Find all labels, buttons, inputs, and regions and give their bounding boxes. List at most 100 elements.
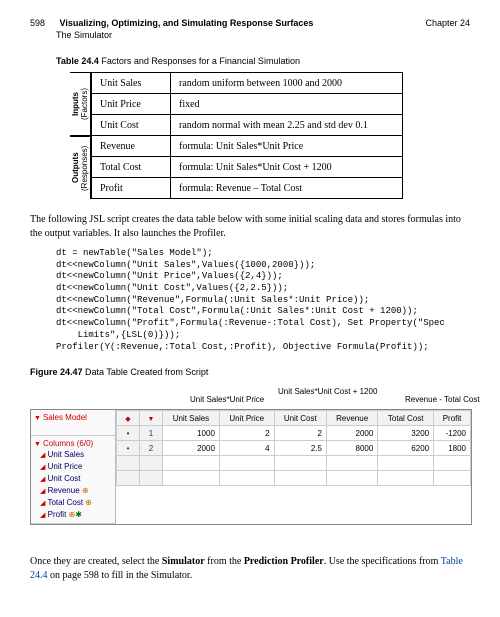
table-row[interactable]: • 2 2000 4 2.5 8000 6200 1800 <box>117 441 471 456</box>
column-name: Unit Price <box>48 462 83 471</box>
formula-icon: ⊕ <box>85 498 92 507</box>
disclosure-icon[interactable]: ▼ <box>34 415 41 422</box>
factors-table: Inputs (Factors) Outputs (Responses) Uni… <box>70 72 470 199</box>
text-bold: Prediction Profiler <box>244 556 324 567</box>
grid-cell[interactable]: -1200 <box>434 426 471 441</box>
data-table-side-panel: ▼Sales Model ▼Columns (6/0) ◢ Unit Sales… <box>31 410 116 524</box>
columns-header[interactable]: ▼Columns (6/0) <box>34 438 112 449</box>
column-item[interactable]: ◢ Profit ⊕✱ <box>34 509 112 521</box>
cell: formula: Unit Sales*Unit Price <box>171 136 403 157</box>
column-icon: ◢ <box>40 476 45 483</box>
page-title: Visualizing, Optimizing, and Simulating … <box>60 18 314 28</box>
grid-cell[interactable]: 2000 <box>163 441 220 456</box>
row-number[interactable]: 2 <box>140 441 163 456</box>
cell: Profit <box>92 178 171 199</box>
page-number: 598 <box>30 18 45 28</box>
callout: Revenue - Total Cost <box>405 395 480 404</box>
grid-cell[interactable]: 2.5 <box>274 441 326 456</box>
paragraph: Once they are created, select the Simula… <box>30 555 470 582</box>
cell: random uniform between 1000 and 2000 <box>171 73 403 94</box>
data-table: ▼Sales Model ▼Columns (6/0) ◢ Unit Sales… <box>30 409 472 525</box>
column-icon: ◢ <box>40 488 45 495</box>
callout: Unit Sales*Unit Price <box>190 395 264 404</box>
formula-icon: ⊕ <box>82 486 89 495</box>
column-name: Profit <box>48 510 67 519</box>
cell: formula: Unit Sales*Unit Cost + 1200 <box>171 157 403 178</box>
triangle-icon: ▼ <box>148 416 155 423</box>
column-item[interactable]: ◢ Revenue ⊕ <box>34 485 112 497</box>
grid-corner[interactable]: ▼ <box>140 411 163 426</box>
table-caption: Table 24.4 Factors and Responses for a F… <box>56 56 470 66</box>
figure-caption-text: Data Table Created from Script <box>83 367 209 377</box>
outputs-label-sub: (Responses) <box>80 145 89 190</box>
data-grid[interactable]: ◆ ▼ Unit Sales Unit Price Unit Cost Reve… <box>116 410 471 486</box>
grid-col-header[interactable]: Revenue <box>326 411 377 426</box>
table-row[interactable]: • 1 1000 2 2 2000 3200 -1200 <box>117 426 471 441</box>
cell: random normal with mean 2.25 and std dev… <box>171 115 403 136</box>
grid-cell[interactable]: 1000 <box>163 426 220 441</box>
callout-row: Unit Sales*Unit Price Unit Sales*Unit Co… <box>50 387 470 409</box>
column-item[interactable]: ◢ Unit Sales <box>34 449 112 461</box>
column-icon: ◢ <box>40 500 45 507</box>
grid-cell[interactable]: 2 <box>219 426 274 441</box>
outputs-label: Outputs (Responses) <box>70 136 91 199</box>
spec-icon: ✱ <box>75 510 82 519</box>
page-subtitle: The Simulator <box>56 30 470 40</box>
model-name-header[interactable]: ▼Sales Model <box>34 412 112 423</box>
column-name: Total Cost <box>47 498 83 507</box>
grid-corner[interactable]: ◆ <box>117 411 140 426</box>
text-bold: Simulator <box>162 556 205 567</box>
figure-number: Figure 24.47 <box>30 367 83 377</box>
callout: Unit Sales*Unit Cost + 1200 <box>278 387 377 396</box>
row-number[interactable]: 1 <box>140 426 163 441</box>
cell: formula: Revenue – Total Cost <box>171 178 403 199</box>
grid-cell[interactable]: 1800 <box>434 441 471 456</box>
column-name: Unit Sales <box>48 450 84 459</box>
grid-col-header[interactable]: Unit Price <box>219 411 274 426</box>
grid-col-header[interactable]: Profit <box>434 411 471 426</box>
code-block: dt = newTable("Sales Model"); dt<<newCol… <box>56 248 470 353</box>
column-icon: ◢ <box>40 512 45 519</box>
column-icon: ◢ <box>40 464 45 471</box>
column-name: Revenue <box>48 486 80 495</box>
table-number: Table 24.4 <box>56 56 99 66</box>
grid-cell[interactable]: 4 <box>219 441 274 456</box>
text: . Use the specifications from <box>324 556 441 567</box>
paragraph: The following JSL script creates the dat… <box>30 213 470 240</box>
grid-cell[interactable]: 2000 <box>326 426 377 441</box>
model-name: Sales Model <box>43 413 87 422</box>
text: from the <box>205 556 244 567</box>
column-item[interactable]: ◢ Unit Cost <box>34 473 112 485</box>
text: Once they are created, select the <box>30 556 162 567</box>
text: on page 598 to fill in the Simulator. <box>48 570 193 581</box>
inputs-label-sub: (Factors) <box>80 88 89 120</box>
grid-col-header[interactable]: Total Cost <box>378 411 434 426</box>
grid-cell[interactable]: 3200 <box>378 426 434 441</box>
grid-cell[interactable]: 2 <box>274 426 326 441</box>
cell: fixed <box>171 94 403 115</box>
grid-cell[interactable]: 6200 <box>378 441 434 456</box>
grid-cell[interactable]: 8000 <box>326 441 377 456</box>
cell: Unit Price <box>92 94 171 115</box>
column-name: Unit Cost <box>48 474 81 483</box>
columns-count: Columns (6/0) <box>43 439 93 448</box>
outputs-label-main: Outputs <box>71 153 80 184</box>
chapter-label: Chapter 24 <box>425 18 470 28</box>
inputs-label: Inputs (Factors) <box>70 72 91 136</box>
disclosure-icon[interactable]: ▼ <box>34 441 41 448</box>
column-item[interactable]: ◢ Unit Price <box>34 461 112 473</box>
cell: Unit Cost <box>92 115 171 136</box>
grid-col-header[interactable]: Unit Sales <box>163 411 220 426</box>
figure-caption: Figure 24.47 Data Table Created from Scr… <box>30 367 470 377</box>
column-icon: ◢ <box>40 452 45 459</box>
diamond-icon: ◆ <box>125 416 130 423</box>
inputs-label-main: Inputs <box>71 92 80 116</box>
column-item[interactable]: ◢ Total Cost ⊕ <box>34 497 112 509</box>
row-marker[interactable]: • <box>117 426 140 441</box>
table-caption-text: Factors and Responses for a Financial Si… <box>99 56 300 66</box>
cell: Revenue <box>92 136 171 157</box>
grid-col-header[interactable]: Unit Cost <box>274 411 326 426</box>
row-marker[interactable]: • <box>117 441 140 456</box>
cell: Total Cost <box>92 157 171 178</box>
cell: Unit Sales <box>92 73 171 94</box>
